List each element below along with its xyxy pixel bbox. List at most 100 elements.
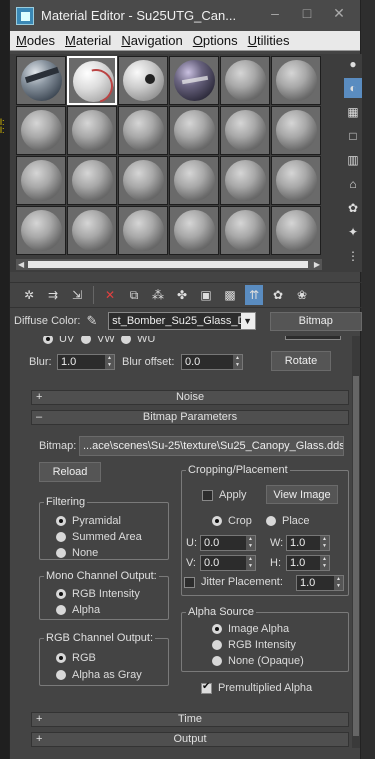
blur-offset-spinner[interactable]: 0.0 ▲ ▼	[181, 354, 243, 370]
rgb-radio[interactable]: RGB	[56, 652, 96, 664]
select-by-material-icon[interactable]: ✦	[344, 222, 362, 242]
rollout-bitmap-parameters[interactable]: – Bitmap Parameters	[31, 410, 349, 425]
sample-slot[interactable]	[169, 206, 219, 255]
sample-slot[interactable]	[118, 156, 168, 205]
spinner-arrows-icon[interactable]: ▲ ▼	[246, 536, 255, 550]
menu-material[interactable]: Material	[65, 33, 111, 48]
sample-slot[interactable]	[16, 156, 66, 205]
image-alpha-radio[interactable]: Image Alpha	[212, 623, 289, 635]
backlight-icon[interactable]: ◐	[344, 78, 362, 98]
radio-button[interactable]	[212, 624, 222, 634]
menu-options[interactable]: Options	[193, 33, 238, 48]
sample-uv-tiling-icon[interactable]: □	[344, 126, 362, 146]
radio-button[interactable]	[56, 670, 66, 680]
radio-button[interactable]	[212, 516, 222, 526]
sample-slot[interactable]	[220, 206, 270, 255]
radio-button[interactable]	[81, 336, 91, 344]
sample-slot[interactable]	[169, 106, 219, 155]
v-spinner[interactable]: 0.0 ▲ ▼	[200, 555, 256, 571]
sample-slot[interactable]	[220, 106, 270, 155]
map-type-button[interactable]: Bitmap	[269, 311, 362, 331]
u-spinner[interactable]: 0.0 ▲ ▼	[200, 535, 256, 551]
jitter-spinner[interactable]: 1.0 ▲ ▼	[296, 575, 344, 591]
alpha-radio[interactable]: Alpha	[56, 604, 100, 616]
make-preview-icon[interactable]: ⌂	[344, 174, 362, 194]
close-icon[interactable]: ✕	[332, 6, 346, 20]
spinner-arrows-icon[interactable]: ▲ ▼	[334, 576, 343, 590]
checkbox[interactable]	[201, 681, 212, 694]
rollout-output[interactable]: + Output	[31, 732, 349, 747]
get-material-icon[interactable]: ✲	[20, 285, 38, 305]
slots-horizontal-scrollbar[interactable]: ◀ ▶	[16, 259, 322, 270]
pyramidal-radio[interactable]: Pyramidal	[56, 515, 121, 527]
map-name-combo[interactable]: st_Bomber_Su25_Glass_D ▼	[108, 312, 256, 330]
spinner-arrows-icon[interactable]: ▲ ▼	[246, 556, 255, 570]
vw-radio[interactable]: VW	[81, 336, 115, 345]
eyedropper-icon[interactable]: ✎	[86, 313, 102, 329]
put-to-library-icon[interactable]: ✤	[173, 285, 191, 305]
maximize-icon[interactable]: □	[300, 6, 314, 20]
radio-button[interactable]	[212, 656, 222, 666]
sample-slot[interactable]	[118, 206, 168, 255]
radio-button[interactable]	[43, 336, 53, 344]
sample-slot[interactable]	[271, 56, 321, 105]
spinner-arrows-icon[interactable]: ▲ ▼	[105, 355, 114, 369]
sample-slot[interactable]	[118, 106, 168, 155]
h-spinner[interactable]: 1.0 ▲ ▼	[286, 555, 330, 571]
radio-button[interactable]	[56, 548, 66, 558]
rotate-button[interactable]: Rotate	[271, 351, 331, 371]
sample-slot[interactable]	[16, 56, 66, 105]
material-id-channel-icon[interactable]: ▣	[197, 285, 215, 305]
scroll-right-icon[interactable]: ▶	[314, 259, 320, 270]
go-forward-to-sibling-icon[interactable]: ❀	[293, 285, 311, 305]
sample-slot[interactable]	[169, 156, 219, 205]
background-checker-icon[interactable]: ▦	[344, 102, 362, 122]
sample-slot[interactable]	[169, 56, 219, 105]
none-opaque-radio[interactable]: None (Opaque)	[212, 655, 304, 667]
premultiplied-alpha-checkbox[interactable]: Premultiplied Alpha	[201, 681, 312, 694]
sample-slot[interactable]	[271, 156, 321, 205]
place-radio[interactable]: Place	[266, 515, 310, 527]
panel-vertical-scrollbar[interactable]	[352, 336, 360, 748]
blur-spinner[interactable]: 1.0 ▲ ▼	[57, 354, 115, 370]
checkbox[interactable]	[202, 489, 213, 501]
scroll-left-icon[interactable]: ◀	[18, 259, 24, 270]
menu-navigation[interactable]: Navigation	[121, 33, 182, 48]
summed-area-radio[interactable]: Summed Area	[56, 531, 142, 543]
spinner-arrows-icon[interactable]: ▲ ▼	[320, 536, 329, 550]
radio-button[interactable]	[56, 653, 66, 663]
w-spinner[interactable]: 1.0 ▲ ▼	[286, 535, 330, 551]
bitmap-path-button[interactable]: ...ace\scenes\Su-25\texture\Su25_Canopy_…	[79, 436, 344, 456]
jitter-placement-checkbox[interactable]: Jitter Placement:	[184, 576, 283, 588]
sample-slot[interactable]	[271, 206, 321, 255]
crop-radio[interactable]: Crop	[212, 515, 252, 527]
rollout-time[interactable]: + Time	[31, 712, 349, 727]
minimize-icon[interactable]: –	[268, 6, 282, 20]
sample-slot[interactable]	[220, 56, 270, 105]
sample-slot[interactable]	[67, 156, 117, 205]
sample-slot[interactable]	[118, 56, 168, 105]
reset-map-icon[interactable]: ✕	[101, 285, 119, 305]
sample-slot[interactable]	[16, 106, 66, 155]
scrollbar-thumb[interactable]	[353, 376, 359, 736]
angle-field-partial[interactable]	[285, 336, 341, 340]
radio-button[interactable]	[266, 516, 276, 526]
make-material-copy-icon[interactable]: ⧉	[125, 285, 143, 305]
checkbox[interactable]	[184, 576, 195, 588]
sample-type-icon[interactable]: ●	[344, 54, 362, 74]
uv-radio[interactable]: UV	[43, 336, 74, 345]
menu-modes[interactable]: Modes	[16, 33, 55, 48]
video-color-check-icon[interactable]: ▥	[344, 150, 362, 170]
reload-button[interactable]: Reload	[39, 462, 101, 482]
none-radio[interactable]: None	[56, 547, 98, 559]
alpha-rgb-intensity-radio[interactable]: RGB Intensity	[212, 639, 296, 651]
show-end-result-icon[interactable]: ⇈	[245, 285, 263, 305]
wu-radio[interactable]: WU	[121, 336, 155, 345]
chevron-down-icon[interactable]: ▼	[240, 313, 255, 329]
rgb-intensity-radio[interactable]: RGB Intensity	[56, 588, 140, 600]
radio-button[interactable]	[56, 589, 66, 599]
spinner-arrows-icon[interactable]: ▲ ▼	[320, 556, 329, 570]
rollout-noise[interactable]: + Noise	[31, 390, 349, 405]
radio-button[interactable]	[56, 516, 66, 526]
sample-slot-selected[interactable]	[67, 56, 117, 105]
